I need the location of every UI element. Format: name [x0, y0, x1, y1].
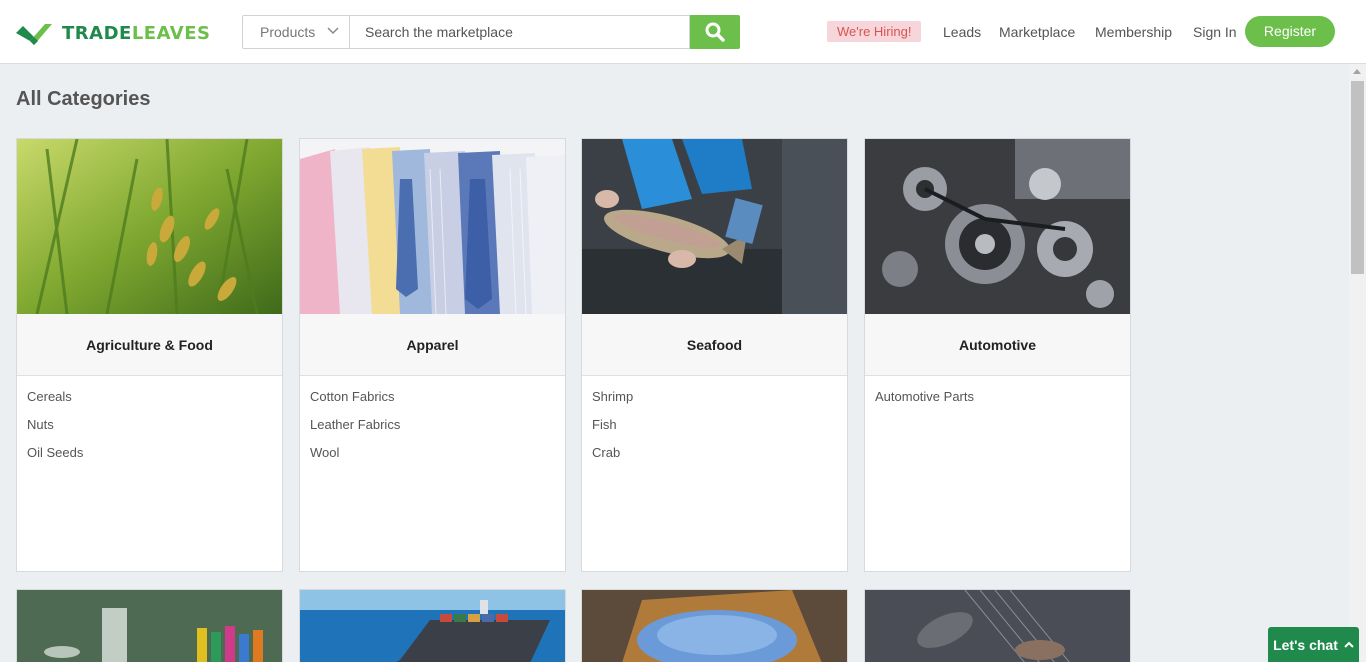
subcategory-list: Shrimp Fish Crab [592, 383, 633, 467]
subcategory-link[interactable]: Shrimp [592, 383, 633, 411]
page-title: All Categories [16, 88, 151, 110]
page-scrollbar[interactable] [1349, 64, 1366, 662]
subcategory-list: Cotton Fabrics Leather Fabrics Wool [310, 383, 400, 467]
search-category-select[interactable]: Products [242, 15, 349, 49]
search-bar: Products [242, 15, 740, 49]
category-title[interactable]: Seafood [582, 314, 847, 376]
category-card-automotive[interactable]: Automotive Automotive Parts [864, 138, 1131, 572]
scrollbar-thumb[interactable] [1351, 81, 1364, 274]
category-image-textile-machinery[interactable] [864, 589, 1131, 662]
subcategory-link[interactable]: Cereals [27, 383, 83, 411]
leaf-logo-icon [16, 24, 52, 45]
search-button[interactable] [690, 15, 740, 49]
chevron-up-icon [1344, 641, 1354, 648]
subcategory-link[interactable]: Crab [592, 439, 633, 467]
subcategory-link[interactable]: Fish [592, 411, 633, 439]
search-input[interactable] [349, 15, 690, 49]
subcategory-link[interactable]: Cotton Fabrics [310, 383, 400, 411]
category-title[interactable]: Apparel [300, 314, 565, 376]
category-image-apparel[interactable] [300, 139, 565, 314]
category-card-apparel[interactable]: Apparel Cotton Fabrics Leather Fabrics W… [299, 138, 566, 572]
category-card-agriculture[interactable]: Agriculture & Food Cereals Nuts Oil Seed… [16, 138, 283, 572]
nav-membership-link[interactable]: Membership [1095, 22, 1172, 42]
chat-label: Let's chat [1273, 636, 1338, 653]
category-title[interactable]: Agriculture & Food [17, 314, 282, 376]
chevron-down-icon [327, 27, 339, 35]
subcategory-link[interactable]: Automotive Parts [875, 383, 974, 411]
nav-leads-link[interactable]: Leads [943, 22, 981, 42]
search-category-label: Products [260, 24, 316, 40]
tradeleaves-logo[interactable]: TRADELEAVES [16, 19, 210, 47]
subcategory-list: Cereals Nuts Oil Seeds [27, 383, 83, 467]
category-image-plastics[interactable] [581, 589, 848, 662]
register-button[interactable]: Register [1245, 16, 1335, 47]
sign-in-link[interactable]: Sign In [1193, 22, 1237, 42]
category-title[interactable]: Automotive [865, 314, 1130, 376]
category-image-automotive[interactable] [865, 139, 1130, 314]
subcategory-link[interactable]: Wool [310, 439, 400, 467]
subcategory-list: Automotive Parts [875, 383, 974, 411]
category-image-agriculture[interactable] [17, 139, 282, 314]
category-image-shipping[interactable] [299, 589, 566, 662]
subcategory-link[interactable]: Nuts [27, 411, 83, 439]
hiring-badge[interactable]: We're Hiring! [827, 21, 922, 42]
category-image-chemicals[interactable] [16, 589, 283, 662]
subcategory-link[interactable]: Leather Fabrics [310, 411, 400, 439]
scroll-up-arrow-icon[interactable] [1353, 69, 1361, 74]
nav-marketplace-link[interactable]: Marketplace [999, 22, 1075, 42]
subcategory-link[interactable]: Oil Seeds [27, 439, 83, 467]
category-image-seafood[interactable] [582, 139, 847, 314]
category-card-seafood[interactable]: Seafood Shrimp Fish Crab [581, 138, 848, 572]
logo-text: TRADELEAVES [62, 22, 211, 44]
search-icon [705, 22, 725, 42]
top-navbar: TRADELEAVES Products We're Hiring! Leads… [0, 0, 1366, 64]
chat-widget-button[interactable]: Let's chat [1268, 627, 1359, 662]
